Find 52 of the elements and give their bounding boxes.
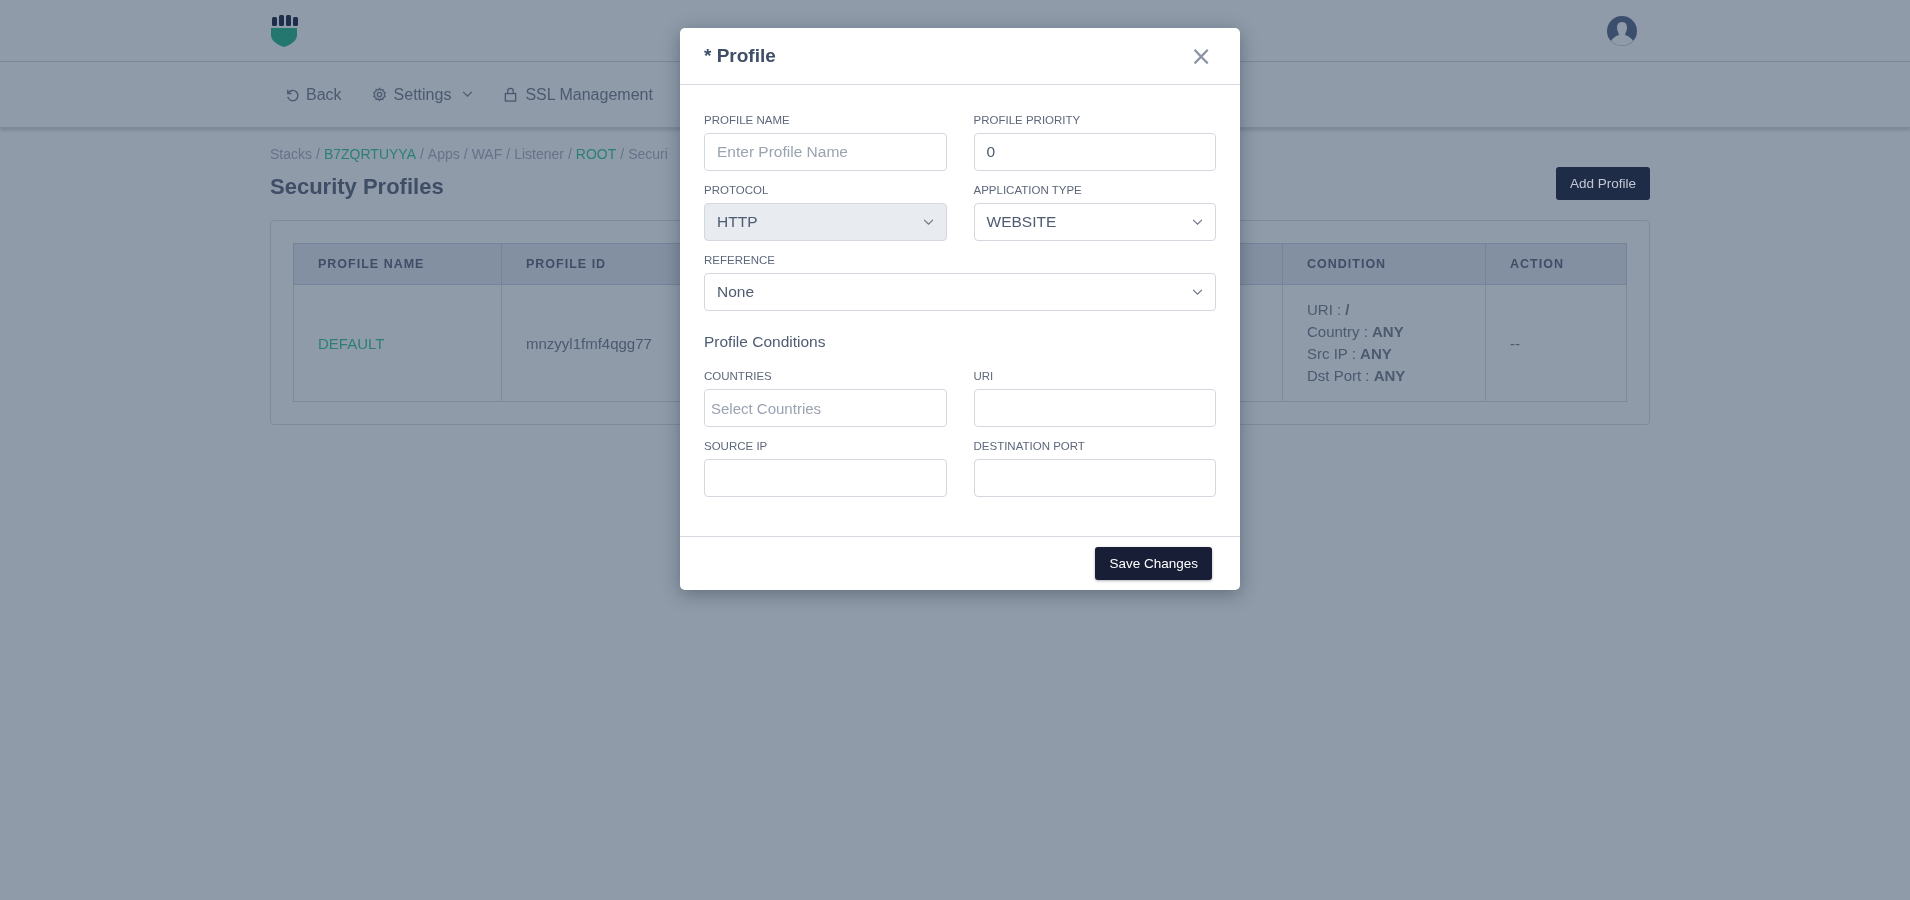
nav-link[interactable]: SSL Management <box>503 85 653 104</box>
gear-icon <box>371 87 387 102</box>
table-cell: -- <box>1510 334 1520 352</box>
avatar-icon[interactable] <box>1607 15 1637 46</box>
input-field[interactable] <box>973 389 1216 427</box>
field-label: URI <box>973 370 995 382</box>
field-label: PROFILE NAME <box>704 114 791 126</box>
field-label: PROFILE PRIORITY <box>973 114 1082 126</box>
save-changes-button[interactable]: Save Changes <box>1095 547 1212 580</box>
breadcrumb-separator: / <box>567 146 572 162</box>
condition-line: Country : ANY <box>1307 322 1405 342</box>
chevron-icon <box>922 218 934 226</box>
condition-line: Dst Port : ANY <box>1307 366 1407 386</box>
page-title: Security Profiles <box>270 173 444 200</box>
field-label: DESTINATION PORT <box>973 440 1086 452</box>
section-title: Profile Conditions <box>704 333 827 351</box>
breadcrumb-separator: / <box>463 146 468 162</box>
chevron-icon <box>1192 218 1203 226</box>
table-cell: mnzyyl1fmf4qgg77 <box>526 334 652 352</box>
input-field[interactable]: 0 <box>973 133 1216 171</box>
column-header: ACTION <box>1485 243 1627 285</box>
breadcrumb-separator: / <box>419 146 424 162</box>
field-label: REFERENCE <box>704 254 776 266</box>
lock-icon <box>503 87 519 102</box>
dialog-title: * Profile <box>704 45 776 67</box>
field-label: SOURCE IP <box>704 440 769 452</box>
nav-link[interactable]: Back <box>284 85 342 104</box>
close-button[interactable]: × <box>1186 41 1216 71</box>
select-field[interactable]: None <box>704 273 1216 311</box>
input-field[interactable] <box>973 459 1216 497</box>
chevron-icon <box>1192 288 1203 296</box>
field-label: PROTOCOL <box>704 184 770 196</box>
breadcrumb-link[interactable]: ROOT <box>575 146 617 162</box>
undo-icon <box>284 87 299 102</box>
column-header: PROFILE NAME <box>293 243 502 285</box>
field-label: COUNTRIES <box>704 370 773 382</box>
nav-link[interactable]: Settings <box>371 85 474 104</box>
breadcrumb-separator: / <box>506 146 511 162</box>
breadcrumb-link[interactable]: B7ZQRTUYYA <box>323 146 416 162</box>
input-field[interactable] <box>704 459 947 497</box>
input-field[interactable]: Enter Profile Name <box>704 133 947 171</box>
shield-logo[interactable] <box>270 14 298 47</box>
condition-line: Src IP : ANY <box>1307 344 1393 364</box>
breadcrumb-separator: / <box>620 146 625 162</box>
profile-name-link[interactable]: DEFAULT <box>318 334 385 352</box>
column-header: CONDITION <box>1282 243 1486 285</box>
condition-line: URI : / <box>1307 300 1351 320</box>
input-field[interactable]: Select Countries <box>704 389 947 427</box>
field-label: APPLICATION TYPE <box>973 184 1083 196</box>
breadcrumb-separator: / <box>316 146 320 162</box>
select-field[interactable]: WEBSITE <box>973 203 1216 241</box>
add-profile-button[interactable]: Add Profile <box>1555 167 1650 200</box>
